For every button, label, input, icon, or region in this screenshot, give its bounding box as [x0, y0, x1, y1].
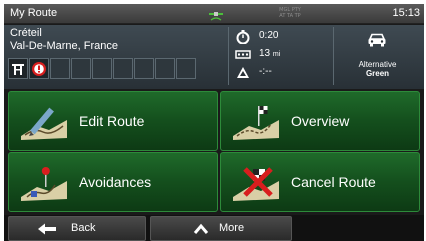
restriction-warning-icon	[29, 58, 49, 79]
car-icon	[368, 33, 386, 47]
gps-info: MGL PTY AT TA TP	[279, 7, 301, 19]
route-warnings	[8, 58, 197, 79]
overview-button[interactable]: Overview	[220, 91, 420, 151]
warning-slot	[50, 58, 70, 79]
route-info-panel: Créteil Val-De-Marne, France 0:20 13 mi …	[4, 25, 424, 89]
arrival-time: -:--	[259, 66, 272, 77]
arrival-icon	[237, 67, 249, 78]
warning-slot	[71, 58, 91, 79]
edit-route-label: Edit Route	[79, 113, 145, 129]
avoidances-label: Avoidances	[79, 174, 152, 190]
warning-slot	[155, 58, 175, 79]
status-bar: My Route MGL PTY AT TA TP 15:13	[4, 4, 424, 24]
avoidances-icon	[21, 167, 67, 201]
cancel-route-label: Cancel Route	[291, 174, 376, 190]
stopwatch-icon	[236, 30, 250, 44]
avoidances-button[interactable]: Avoidances	[8, 152, 218, 212]
toll-road-icon	[8, 58, 28, 79]
distance-remaining: 13 mi	[259, 48, 281, 59]
warning-slot	[92, 58, 112, 79]
clock: 15:13	[392, 7, 420, 19]
chevron-up-icon	[193, 223, 209, 234]
back-button[interactable]: Back	[8, 216, 146, 241]
edit-route-icon	[21, 107, 67, 140]
time-remaining-row: 0:20	[235, 29, 330, 45]
cancel-route-button[interactable]: Cancel Route	[220, 152, 420, 212]
distance-icon	[235, 50, 251, 59]
warning-slot	[176, 58, 196, 79]
overview-icon	[233, 106, 279, 140]
edit-route-button[interactable]: Edit Route	[8, 91, 218, 151]
screen-title: My Route	[10, 7, 58, 19]
bottom-bar: Back More	[4, 215, 424, 241]
warning-slot	[113, 58, 133, 79]
warning-slot	[134, 58, 154, 79]
destination-region: Val-De-Marne, France	[10, 40, 118, 52]
cancel-route-icon	[233, 167, 279, 201]
route-type-value: Green	[365, 69, 390, 78]
destination-city: Créteil	[10, 27, 42, 39]
back-arrow-icon	[38, 223, 56, 235]
distance-row: 13 mi	[235, 47, 330, 63]
destination[interactable]: Créteil Val-De-Marne, France	[10, 27, 210, 53]
satellite-icon	[209, 12, 223, 21]
arrival-row: -:--	[235, 65, 330, 81]
overview-label: Overview	[291, 113, 350, 129]
route-stats: 0:20 13 mi -:--	[228, 27, 331, 85]
screen: My Route MGL PTY AT TA TP 15:13 Créteil …	[4, 4, 424, 241]
more-button[interactable]: More	[150, 216, 292, 241]
time-remaining: 0:20	[259, 30, 279, 41]
back-label: Back	[71, 222, 96, 234]
more-label: More	[219, 222, 245, 234]
route-type[interactable]: Alternative Green	[333, 27, 420, 85]
route-type-label: Alternative	[358, 60, 397, 69]
